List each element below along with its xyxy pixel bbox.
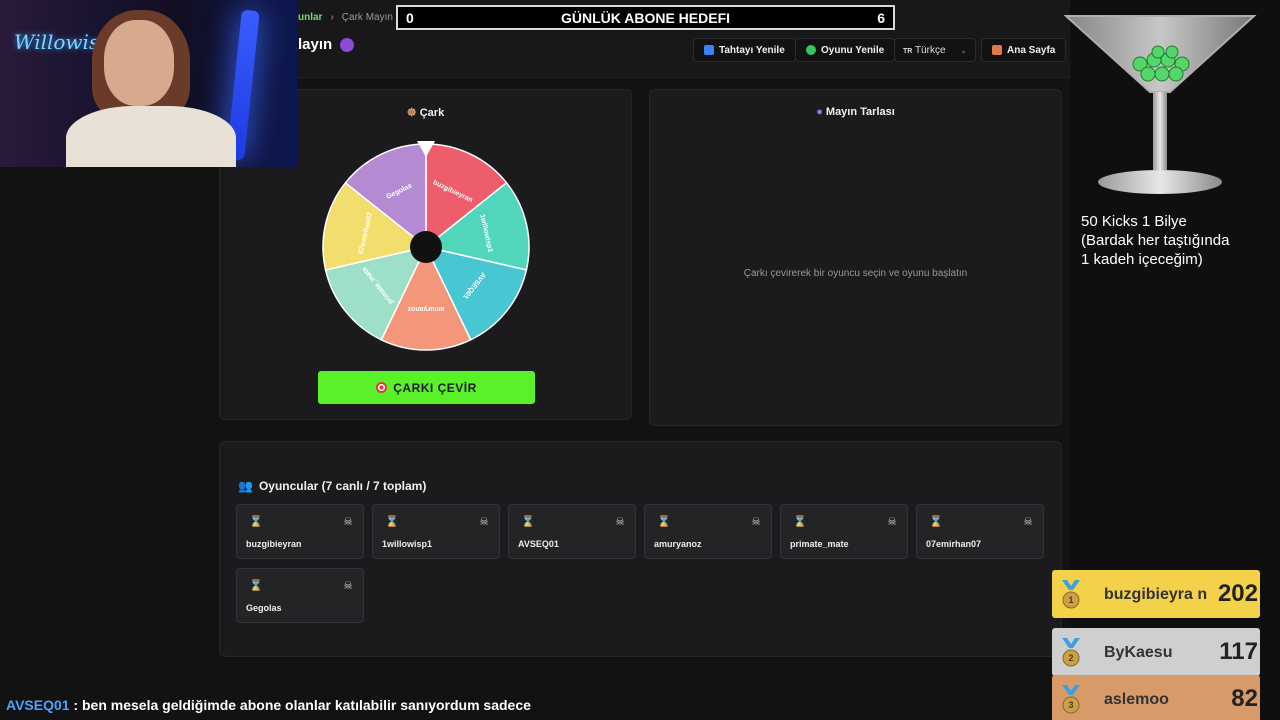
player-card[interactable]: ⌛ ☠ AVSEQ01 [508, 504, 636, 559]
language-value: Türkçe [914, 44, 946, 56]
leaderboard-score: 117 [1219, 638, 1258, 665]
language-select[interactable]: TR Türkçe ⌄ [894, 38, 976, 62]
wheel-segment-label: amuryanoz [407, 305, 444, 312]
goal-target: 6 [877, 9, 885, 26]
players-title: 👥 Oyuncular (7 canlı / 7 toplam) [238, 479, 426, 493]
medal-rank: 3 [1068, 700, 1073, 710]
recycle-icon [806, 45, 816, 55]
player-name: primate_mate [790, 539, 849, 549]
player-card[interactable]: ⌛ ☠ 07emirhan07 [916, 504, 1044, 559]
player-name: amuryanoz [654, 539, 702, 549]
wheel-title-text: Çark [419, 107, 445, 119]
minefield-empty-text: Çarkı çevirerek bir oyuncu seçin ve oyun… [743, 268, 968, 279]
player-card[interactable]: ⌛ ☠ Gegolas [236, 568, 364, 623]
chat-text: : ben mesela geldiğimde abone olanlar ka… [69, 697, 531, 713]
home-label: Ana Sayfa [1007, 44, 1056, 56]
chevron-down-icon: ⌄ [960, 45, 967, 55]
goal-current: 0 [406, 9, 414, 26]
drink-rules-line2: (Bardak her taştığında [1081, 232, 1230, 249]
players-panel: 👥 Oyuncular (7 canlı / 7 toplam) ⌛ ☠ buzgi… [219, 441, 1062, 657]
home-icon [992, 45, 1002, 55]
player-card[interactable]: ⌛ ☠ primate_mate [780, 504, 908, 559]
home-button[interactable]: Ana Sayfa [981, 38, 1067, 62]
bomb-icon [340, 37, 355, 52]
player-name: buzgibieyran [246, 539, 302, 549]
page-title: layın [298, 36, 355, 53]
refresh-game-label: Oyunu Yenile [821, 44, 885, 56]
players-title-text: Oyuncular (7 canlı / 7 toplam) [258, 479, 427, 493]
chat-username: AVSEQ01 [6, 697, 70, 713]
drink-rules-text: 50 Kicks 1 Bilye (Bardak her taştığında … [1081, 212, 1229, 269]
skull-crossbones-icon[interactable]: ☠ [343, 515, 353, 528]
player-name: AVSEQ01 [518, 539, 559, 549]
hourglass-icon: ⌛ [249, 580, 263, 592]
leaderboard-row: 2 ByKaesu 117 [1052, 628, 1260, 676]
hourglass-icon: ⌛ [249, 516, 263, 528]
spin-button-label: ÇARKI ÇEVİR [393, 380, 477, 395]
skull-crossbones-icon[interactable]: ☠ [1023, 515, 1033, 528]
medal-rank: 1 [1068, 595, 1073, 605]
player-card[interactable]: ⌛ ☠ 1willowisp1 [372, 504, 500, 559]
streamer-face [104, 20, 174, 106]
chat-message: AVSEQ01 : ben mesela geldiğimde abone ol… [6, 697, 531, 713]
hourglass-icon: ⌛ [929, 516, 943, 528]
webcam-overlay: Willowisp [0, 0, 297, 167]
page-title-text: layın [298, 36, 333, 53]
goal-title: GÜNLÜK ABONE HEDEFI [560, 9, 731, 26]
subscriber-goal-bar: 0 GÜNLÜK ABONE HEDEFI 6 [396, 5, 895, 30]
refresh-icon [704, 45, 714, 55]
streamer-body [66, 106, 236, 167]
breadcrumb-current: Çark Mayın [341, 12, 393, 23]
minefield-panel-title: ● Mayın Tarlası [650, 106, 1061, 118]
skull-crossbones-icon[interactable]: ☠ [479, 515, 489, 528]
spin-button[interactable]: ÇARKI ÇEVİR [318, 371, 535, 404]
minefield-panel: ● Mayın Tarlası Çarkı çevirerek bir oyun… [649, 89, 1062, 426]
leaderboard-name: buzgibieyra n [1104, 585, 1208, 603]
skull-crossbones-icon[interactable]: ☠ [751, 515, 761, 528]
medal-icon: 2 [1062, 638, 1080, 667]
hourglass-icon: ⌛ [521, 516, 535, 528]
player-card[interactable]: ⌛ ☠ buzgibieyran [236, 504, 364, 559]
leaderboard-row: 3 aslemoo 82 [1052, 675, 1260, 720]
drink-rules-line1: 50 Kicks 1 Bilye [1081, 213, 1187, 230]
minefield-title-text: Mayın Tarlası [825, 106, 895, 118]
target-icon [376, 382, 388, 393]
users-icon: 👥 [238, 479, 253, 493]
medal-rank: 2 [1068, 653, 1073, 663]
drink-rules-line3: 1 kadeh içeceğim) [1081, 251, 1203, 268]
chevron-right-icon: › [330, 12, 334, 23]
leaderboard-name: aslemoo [1104, 690, 1169, 708]
bomb-icon: ● [816, 106, 823, 118]
refresh-board-button[interactable]: Tahtayı Yenile [693, 38, 796, 62]
breadcrumb-parent[interactable]: unlar [298, 12, 322, 23]
skull-crossbones-icon[interactable]: ☠ [887, 515, 897, 528]
leaderboard-row: 1 buzgibieyra n 202 [1052, 570, 1260, 618]
hourglass-icon: ⌛ [657, 516, 671, 528]
wheel-hub [410, 231, 442, 263]
hourglass-icon: ⌛ [385, 516, 399, 528]
wheel-icon: ☸ [406, 107, 417, 119]
medal-icon: 3 [1062, 685, 1080, 714]
skull-crossbones-icon[interactable]: ☠ [343, 579, 353, 592]
medal-icon: 1 [1062, 580, 1080, 609]
leaderboard-score: 82 [1231, 685, 1258, 712]
player-card[interactable]: ⌛ ☠ amuryanoz [644, 504, 772, 559]
leaderboard-name: ByKaesu [1104, 643, 1173, 661]
hourglass-icon: ⌛ [793, 516, 807, 528]
martini-glass-icon [1063, 15, 1257, 194]
leaderboard-score: 202 [1217, 580, 1258, 607]
player-name: Gegolas [246, 603, 282, 613]
refresh-board-label: Tahtayı Yenile [719, 44, 785, 56]
player-name: 07emirhan07 [926, 539, 982, 549]
refresh-game-button[interactable]: Oyunu Yenile [795, 38, 896, 62]
breadcrumb: unlar › Çark Mayın [298, 12, 393, 23]
skull-crossbones-icon[interactable]: ☠ [615, 515, 625, 528]
flag-icon: TR [903, 47, 913, 55]
spin-wheel[interactable]: buzgibieyran1willowisp1AVSEQ01amuryanozp… [318, 137, 538, 357]
player-name: 1willowisp1 [382, 539, 433, 549]
